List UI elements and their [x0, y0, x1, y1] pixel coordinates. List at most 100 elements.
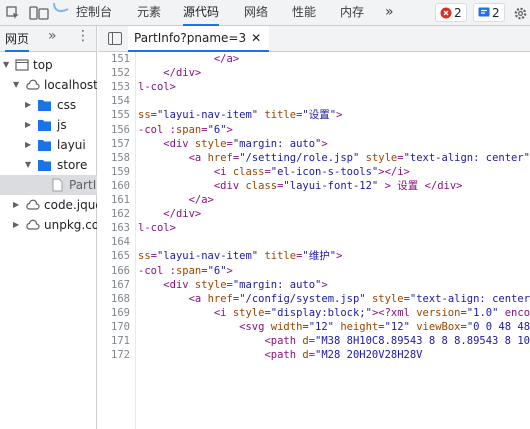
error-icon [440, 7, 452, 18]
collapse-arrow-icon[interactable]: ▶ [25, 115, 35, 135]
tree-item-js[interactable]: ▶ js [0, 115, 97, 135]
tab-memory[interactable]: 内存 [340, 0, 364, 26]
collapse-arrow-icon[interactable]: ▶ [13, 215, 23, 235]
tree-item-css[interactable]: ▶ css [0, 95, 97, 115]
tree-item-label: store [57, 158, 88, 172]
collapse-arrow-icon[interactable]: ▶ [25, 135, 35, 155]
folder-icon [38, 140, 51, 151]
tab-network[interactable]: 网络 [244, 0, 268, 26]
tab-elements[interactable]: 元素 [137, 0, 161, 26]
navigator-more-button[interactable]: » [48, 28, 57, 44]
line-number[interactable]: 165 [98, 249, 130, 263]
line-number[interactable]: 170 [98, 320, 130, 334]
expand-arrow-icon[interactable]: ▼ [25, 155, 35, 175]
folder-icon [38, 120, 51, 131]
tree-item-label: code.jque [44, 198, 97, 212]
collapse-arrow-icon[interactable]: ▶ [13, 195, 23, 215]
frame-icon [15, 59, 29, 71]
sources-navigator: 网页 » ⋮ ▼ top ▼ localhost: ▶ css ▶ js ▶ l… [0, 26, 97, 429]
tree-item-partinfo[interactable]: PartIn [0, 175, 97, 195]
line-number[interactable]: 166 [98, 264, 130, 278]
folder-icon [38, 160, 51, 171]
editor-tabbar: PartInfo?pname=3 ✕ [98, 26, 530, 52]
code-line: </div> [163, 208, 202, 221]
line-number[interactable]: 152 [98, 66, 130, 80]
message-count-badge[interactable]: 2 [473, 3, 505, 22]
tree-item-label: css [57, 98, 77, 112]
tab-performance[interactable]: 性能 [292, 0, 316, 26]
code-line: l-col> [138, 222, 176, 235]
code-line: <div style="margin: auto"> [163, 278, 328, 291]
folder-icon [38, 100, 51, 111]
expand-arrow-icon[interactable]: ▼ [3, 55, 13, 75]
line-number-gutter: 151 152 153 154 155 156 157 158 159 160 161 162 163 1… [98, 52, 136, 429]
code-editor[interactable]: 151 152 153 154 155 156 157 158 159 160 161 162 163 1… [98, 52, 530, 429]
line-number[interactable]: 161 [98, 193, 130, 207]
line-number[interactable]: 159 [98, 165, 130, 179]
tree-item-store[interactable]: ▼ store [0, 155, 97, 175]
editor-file-tab[interactable]: PartInfo?pname=3 ✕ [128, 26, 270, 52]
tree-item-top[interactable]: ▼ top [0, 55, 97, 75]
code-line: <svg width="12" height="12" viewBox="0 0… [239, 320, 530, 333]
inspect-element-icon[interactable] [4, 3, 22, 23]
code-line: <div class="layui-font-12" > 设置 </div> [213, 179, 463, 192]
tree-item-code-jquery[interactable]: ▶ code.jque [0, 195, 97, 215]
devtools-toolbar: 控制台 元素 源代码 网络 性能 内存 » 2 2 [0, 0, 530, 26]
code-line: <a href="/config/system.jsp" style="text… [188, 292, 530, 305]
code-line: <i class="el-icon-s-tools"></i> [213, 165, 410, 178]
line-number[interactable]: 155 [98, 108, 130, 122]
line-number[interactable]: 167 [98, 278, 130, 292]
tab-sources[interactable]: 源代码 [183, 0, 220, 26]
file-tab-label: PartInfo?pname=3 [134, 31, 247, 45]
code-line: ss="layui-nav-item" title="维护"> [138, 250, 343, 263]
error-count-badge[interactable]: 2 [435, 3, 467, 22]
tree-item-localhost[interactable]: ▼ localhost: [0, 75, 97, 95]
tab-page[interactable]: 网页 [5, 30, 30, 52]
tree-item-layui[interactable]: ▶ layui [0, 135, 97, 155]
cloud-icon [26, 79, 40, 90]
tree-item-label: layui [57, 138, 86, 152]
code-line: </a> [213, 53, 240, 65]
message-count: 2 [492, 5, 500, 20]
line-number[interactable]: 164 [98, 235, 130, 249]
code-line: </a> [188, 194, 214, 206]
code-line: <path d="M28 20H20V28H28V [264, 349, 423, 362]
line-number[interactable]: 153 [98, 80, 130, 94]
settings-gear-icon[interactable] [512, 3, 528, 23]
tree-item-label: localhost: [44, 78, 97, 92]
toggle-navigator-icon[interactable] [108, 32, 122, 45]
line-number[interactable]: 154 [98, 94, 130, 108]
focus-ring-icon [52, 0, 70, 20]
message-icon [478, 7, 490, 16]
cloud-icon [26, 219, 40, 230]
tree-item-label: top [33, 58, 53, 72]
expand-arrow-icon[interactable]: ▼ [13, 75, 23, 95]
code-line: -col :span="6"> [138, 123, 233, 136]
line-number[interactable]: 171 [98, 334, 130, 348]
navigator-header: 网页 » ⋮ [0, 26, 96, 52]
code-line: <path d="M38 8H10C8.89543 8 8 8.89543 8 … [264, 335, 530, 347]
line-number[interactable]: 163 [98, 221, 130, 235]
code-line: <div style="margin: auto"> [163, 137, 328, 150]
code-line: l-col> [138, 81, 176, 94]
code-line: -col :span="6"> [138, 264, 233, 277]
more-tabs-button[interactable]: » [385, 0, 394, 26]
line-number[interactable]: 151 [98, 52, 130, 66]
line-number[interactable]: 158 [98, 151, 130, 165]
device-toolbar-icon[interactable] [28, 3, 50, 23]
line-number[interactable]: 162 [98, 207, 130, 221]
tab-console[interactable]: 控制台 [76, 0, 112, 26]
tree-item-unpkg[interactable]: ▶ unpkg.cor [0, 215, 97, 235]
line-number[interactable]: 156 [98, 123, 130, 137]
close-tab-icon[interactable]: ✕ [251, 26, 261, 50]
code-line: </div> [163, 67, 202, 80]
tree-item-label: js [57, 118, 67, 132]
line-number[interactable]: 169 [98, 306, 130, 320]
line-number[interactable]: 157 [98, 137, 130, 151]
collapse-arrow-icon[interactable]: ▶ [25, 95, 35, 115]
line-number[interactable]: 160 [98, 179, 130, 193]
line-number[interactable]: 168 [98, 292, 130, 306]
line-number[interactable]: 172 [98, 348, 130, 362]
error-count: 2 [454, 5, 462, 20]
navigator-menu-button[interactable]: ⋮ [76, 28, 90, 44]
